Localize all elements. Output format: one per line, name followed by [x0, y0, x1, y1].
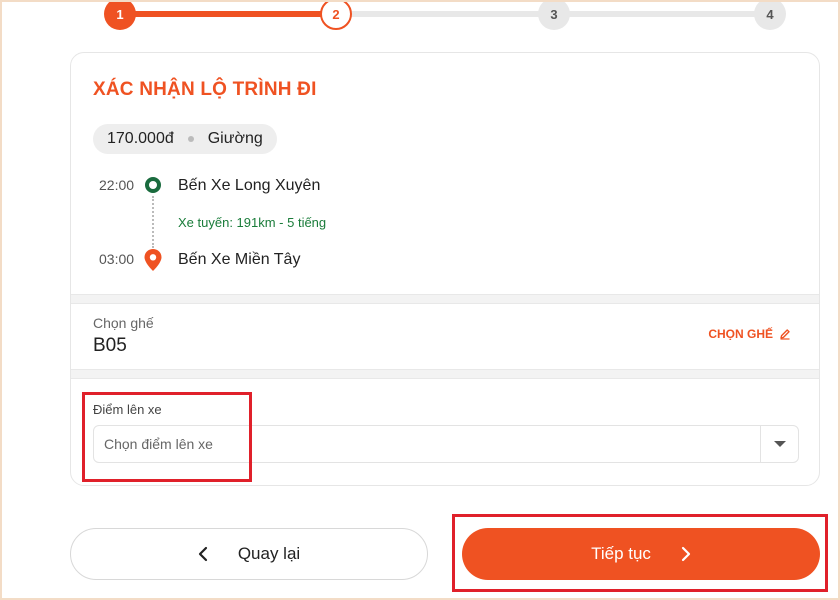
stepper-track-completed — [120, 11, 336, 17]
choose-seat-label: CHỌN GHẾ — [708, 327, 773, 341]
pickup-dropdown-button[interactable] — [760, 426, 798, 462]
back-button-label: Quay lại — [237, 544, 301, 563]
pencil-icon — [780, 329, 790, 340]
pickup-point-label: Điểm lên xe — [93, 402, 162, 417]
departure-time: 22:00 — [99, 177, 135, 193]
card-title: XÁC NHẬN LỘ TRÌNH ĐI — [93, 79, 317, 100]
continue-button-label: Tiếp tục — [591, 544, 651, 563]
route-info: Xe tuyến: 191km - 5 tiếng — [178, 215, 327, 230]
back-button[interactable]: Quay lại — [70, 528, 428, 580]
pickup-point-select[interactable] — [93, 425, 799, 463]
origin-dot-icon — [145, 177, 161, 193]
ticket-price: 170.000đ — [107, 130, 174, 147]
selected-seat: B05 — [93, 335, 127, 356]
separator-dot — [187, 136, 194, 142]
arrival-time: 03:00 — [99, 251, 135, 267]
step-4: 4 — [754, 2, 786, 30]
progress-stepper: 1 2 3 4 — [2, 2, 838, 34]
section-divider — [71, 369, 819, 379]
caret-down-icon — [773, 441, 786, 447]
section-divider — [71, 294, 819, 304]
step-3: 3 — [538, 2, 570, 30]
choose-seat-button[interactable]: CHỌN GHẾ — [708, 327, 791, 341]
route-line — [152, 196, 154, 248]
ticket-summary-pill: 170.000đ Giường — [93, 124, 277, 154]
origin-station: Bến Xe Long Xuyên — [178, 177, 321, 194]
booking-screen: 1 2 3 4 XÁC NHẬN LỘ TRÌNH ĐI 170.000đ Gi… — [0, 0, 840, 600]
continue-button[interactable]: Tiếp tục — [462, 528, 820, 580]
trip-confirmation-card: XÁC NHẬN LỘ TRÌNH ĐI 170.000đ Giường 22:… — [70, 52, 820, 486]
seat-label: Chọn ghế — [93, 315, 154, 331]
location-pin-icon — [144, 249, 162, 271]
destination-station: Bến Xe Miền Tây — [178, 251, 301, 268]
chevron-left-icon — [198, 546, 208, 562]
step-1: 1 — [104, 2, 136, 30]
ticket-seat-type: Giường — [207, 130, 263, 147]
pickup-point-input[interactable] — [94, 426, 760, 462]
chevron-right-icon — [681, 546, 691, 562]
step-2: 2 — [320, 2, 352, 30]
